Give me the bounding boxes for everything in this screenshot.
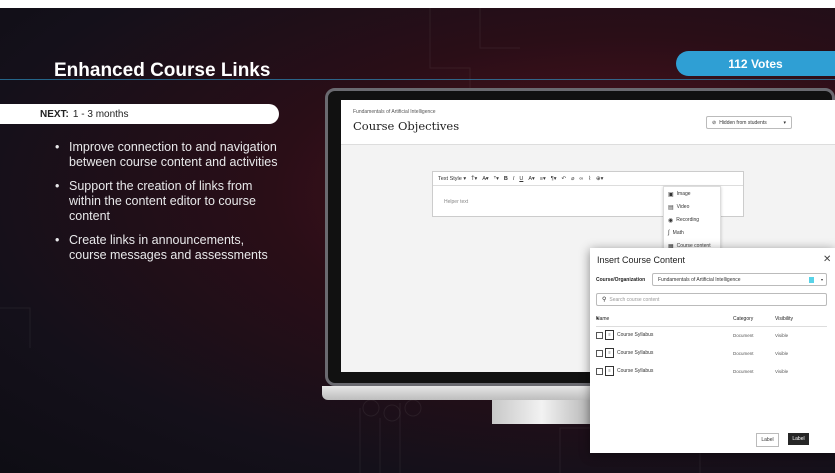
editor-toolbar: Text Style ▾ T̄▾ A̷▾ ᵀ▾ B I U A▾ ≡▾ ¶▾ ↶…: [433, 172, 743, 186]
row-checkbox[interactable]: [596, 350, 603, 357]
paragraph-icon[interactable]: ¶▾: [551, 176, 557, 182]
recording-icon: ◉: [668, 217, 674, 224]
feature-bullets: Improve connection to and navigation bet…: [55, 140, 285, 272]
visibility-select[interactable]: ⊘ Hidden from students ▾: [706, 116, 792, 129]
bullet-item: Create links in announcements, course me…: [55, 233, 285, 263]
table-row[interactable]: ≡ Course Syllabus Document Visible: [596, 364, 827, 382]
document-icon: ≡: [605, 366, 614, 376]
primary-button[interactable]: Label: [788, 433, 809, 445]
column-category: Category: [733, 316, 754, 322]
row-name: Course Syllabus: [617, 332, 654, 338]
insert-content-dialog: Insert Course Content ✕ Course/Organizat…: [590, 248, 835, 453]
document-icon: ≡: [605, 348, 614, 358]
undo-icon[interactable]: ↶: [561, 176, 566, 182]
text-style-dropdown[interactable]: Text Style ▾: [438, 176, 466, 182]
breadcrumb[interactable]: Fundamentals of Artificial Intelligence: [353, 109, 436, 115]
menu-label: Image: [676, 191, 691, 197]
menu-label: Video: [676, 204, 690, 210]
menu-item-video[interactable]: ▤ Video: [664, 201, 720, 213]
text-style-label: Text Style: [438, 175, 462, 182]
insert-icon[interactable]: ⊕▾: [596, 176, 603, 182]
format-icon[interactable]: A▾: [528, 176, 534, 182]
row-name: Course Syllabus: [617, 368, 654, 374]
image-icon: ▣: [668, 191, 674, 198]
search-placeholder: Search course content: [609, 296, 660, 303]
next-timeframe-banner: NEXT: 1 - 3 months: [0, 104, 279, 124]
font-icon[interactable]: A̷▾: [482, 176, 488, 182]
row-visibility: Visible: [775, 351, 789, 356]
monitor-stand: [492, 400, 592, 424]
attachment-icon[interactable]: ⌇: [588, 176, 591, 182]
page-title: Course Objectives: [353, 119, 460, 133]
eye-slash-icon: ⊘: [712, 119, 717, 126]
row-visibility: Visible: [775, 333, 789, 338]
course-value: Fundamentals of Artificial Intelligence: [658, 276, 741, 283]
visibility-value: Hidden from students: [719, 119, 767, 126]
votes-badge: 112 Votes: [676, 51, 835, 76]
chevron-down-icon: ▾: [820, 277, 823, 282]
bullet-item: Improve connection to and navigation bet…: [55, 140, 285, 170]
math-icon: ∫: [668, 230, 670, 236]
sort-arrow-icon: ▾: [596, 316, 599, 322]
row-name: Course Syllabus: [617, 350, 654, 356]
menu-item-recording[interactable]: ◉ Recording: [664, 214, 720, 226]
votes-divider: [0, 79, 835, 80]
search-icon: ⚲: [602, 297, 607, 303]
row-category: Document: [733, 369, 754, 374]
next-value: 1 - 3 months: [72, 108, 129, 120]
dialog-title: Insert Course Content: [597, 255, 686, 265]
bullet-item: Support the creation of links from withi…: [55, 179, 285, 224]
underline-icon[interactable]: U: [519, 176, 523, 182]
video-icon: ▤: [668, 204, 674, 211]
document-icon: ≡: [605, 330, 614, 340]
menu-label: Math: [672, 230, 684, 236]
link-icon[interactable]: ∞: [579, 176, 583, 182]
insert-menu: ▣ Image ▤ Video ◉ Recording ∫ Math ▦ Course c…: [663, 186, 721, 256]
table-row[interactable]: ≡ Course Syllabus Document Visible: [596, 328, 827, 346]
row-category: Document: [733, 351, 754, 356]
row-visibility: Visible: [775, 369, 789, 374]
course-color-swatch: [809, 277, 814, 283]
list-icon[interactable]: ≡▾: [540, 176, 546, 182]
editor-helper-text: Helper text: [444, 199, 469, 205]
row-category: Document: [733, 333, 754, 338]
table-row[interactable]: ≡ Course Syllabus Document Visible: [596, 346, 827, 364]
text-color-icon[interactable]: ᵀ▾: [494, 176, 499, 182]
row-checkbox[interactable]: [596, 332, 603, 339]
font-size-icon[interactable]: T̄▾: [471, 176, 477, 182]
secondary-button[interactable]: Label: [756, 433, 779, 447]
table-header: Name ▾ Category Visibility: [596, 316, 827, 326]
menu-label: Recording: [676, 217, 700, 223]
chevron-down-icon: ▾: [783, 119, 786, 126]
eraser-icon[interactable]: ⌀: [571, 176, 574, 182]
menu-item-image[interactable]: ▣ Image: [664, 188, 720, 200]
next-label: NEXT:: [40, 108, 69, 120]
header-divider: [596, 326, 827, 327]
course-select[interactable]: Fundamentals of Artificial Intelligence …: [652, 273, 827, 286]
column-visibility: Visibility: [775, 316, 793, 322]
search-input[interactable]: ⚲ Search course content: [596, 293, 827, 306]
menu-item-math[interactable]: ∫ Math: [664, 227, 720, 239]
close-icon[interactable]: ✕: [823, 254, 831, 265]
bold-icon[interactable]: B: [504, 176, 508, 182]
page-header: Fundamentals of Artificial Intelligence …: [341, 100, 835, 145]
italic-icon[interactable]: I: [513, 176, 515, 182]
course-label: Course/Organization: [596, 277, 646, 283]
row-checkbox[interactable]: [596, 368, 603, 375]
